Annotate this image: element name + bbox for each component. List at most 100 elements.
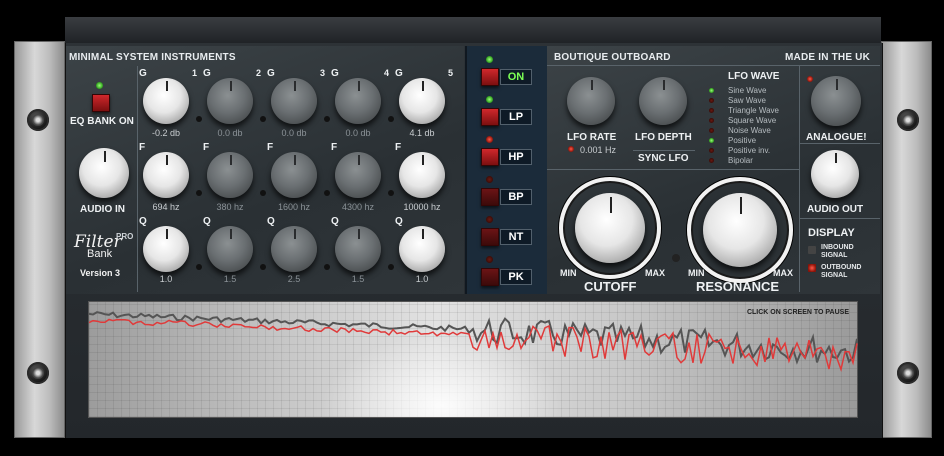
band-4-g-socket — [324, 116, 330, 122]
inbound-toggle[interactable] — [808, 246, 816, 254]
outboard-title: BOUTIQUE OUTBOARD — [554, 52, 671, 63]
filterbank-logo: Filter PRO Bank Version 3 — [74, 228, 136, 286]
wave-option[interactable]: Square Wave — [728, 116, 776, 125]
wave-3-led[interactable] — [709, 118, 714, 123]
filter-pk-label: PK — [500, 269, 532, 285]
filter-on-button[interactable] — [481, 68, 499, 86]
made-in-label: MADE IN THE UK — [785, 52, 871, 63]
band-5-g-letter: G — [395, 68, 403, 79]
band-3-q-knob[interactable] — [271, 226, 317, 272]
band-5-q-value: 1.0 — [415, 274, 429, 284]
band-1-q-knob[interactable] — [143, 226, 189, 272]
polarity-option[interactable]: Positive — [728, 136, 756, 145]
spectrum-plot — [89, 311, 858, 373]
band-1-q-letter: Q — [139, 216, 147, 227]
wave-1-led[interactable] — [709, 98, 714, 103]
analogue-led — [807, 76, 813, 82]
resonance-knob[interactable] — [703, 193, 777, 267]
resonance-label: RESONANCE — [696, 279, 780, 294]
filter-nt-led — [486, 216, 493, 223]
band-4-g-knob[interactable] — [335, 78, 381, 124]
inbound-label: INBOUND SIGNAL — [821, 244, 854, 259]
lfo-depth-knob[interactable] — [639, 77, 687, 125]
filter-lp-label: LP — [500, 109, 532, 125]
audio-out-knob[interactable] — [811, 150, 859, 198]
band-5-f-knob[interactable] — [399, 152, 445, 198]
band-2-g-value: 0.0 db — [217, 128, 243, 138]
filter-nt-button[interactable] — [481, 228, 499, 246]
band-2-g-letter: G — [203, 68, 211, 79]
band-2-g-socket — [196, 116, 202, 122]
band-5-number: 5 — [448, 68, 454, 78]
eq-panel: MINIMAL SYSTEM INSTRUMENTS EQ BANK ON AU… — [66, 46, 464, 294]
outboard-panel: BOUTIQUE OUTBOARD MADE IN THE UK LFO RAT… — [547, 46, 880, 294]
eq-bank-led — [96, 82, 103, 89]
filter-hp-label: HP — [500, 149, 532, 165]
lfo-rate-knob[interactable] — [567, 77, 615, 125]
eq-bank-on-button[interactable] — [92, 94, 110, 112]
band-5-f-letter: F — [395, 142, 402, 153]
filter-pk-led — [486, 256, 493, 263]
band-5-q-knob[interactable] — [399, 226, 445, 272]
wave-option[interactable]: Saw Wave — [728, 96, 766, 105]
band-4-q-letter: Q — [331, 216, 339, 227]
band-2-q-knob[interactable] — [207, 226, 253, 272]
band-2-g-knob[interactable] — [207, 78, 253, 124]
wave-4-led[interactable] — [709, 128, 714, 133]
brand-sub: Bank — [87, 248, 113, 260]
band-3-f-knob[interactable] — [271, 152, 317, 198]
band-2-f-knob[interactable] — [207, 152, 253, 198]
lfo-wave-title: LFO WAVE — [728, 71, 780, 82]
band-1-f-knob[interactable] — [143, 152, 189, 198]
wave-0-led[interactable] — [709, 88, 714, 93]
band-1-g-knob[interactable] — [143, 78, 189, 124]
filter-pk-button[interactable] — [481, 268, 499, 286]
polarity-option[interactable]: Positive inv. — [728, 146, 770, 155]
analogue-knob[interactable] — [811, 76, 861, 126]
band-3-f-letter: F — [267, 142, 274, 153]
band-4-q-knob[interactable] — [335, 226, 381, 272]
filter-type-panel: ON LP HP BP NT PK — [465, 46, 549, 294]
band-5-g-knob[interactable] — [399, 78, 445, 124]
band-2-q-value: 1.5 — [223, 274, 237, 284]
band-4-f-socket — [324, 190, 330, 196]
band-1-g-value: -0.2 db — [151, 128, 181, 138]
polarity-1-led[interactable] — [709, 148, 714, 153]
wave-2-led[interactable] — [709, 108, 714, 113]
polarity-0-led[interactable] — [709, 138, 714, 143]
rack-ear-left — [14, 41, 65, 438]
band-4-f-letter: F — [331, 142, 338, 153]
band-2-f-socket — [196, 190, 202, 196]
filter-hp-button[interactable] — [481, 148, 499, 166]
filter-bp-button[interactable] — [481, 188, 499, 206]
wave-option[interactable]: Triangle Wave — [728, 106, 779, 115]
band-5-q-letter: Q — [395, 216, 403, 227]
lfo-depth-label: LFO DEPTH — [635, 132, 692, 143]
cutoff-knob[interactable] — [575, 193, 645, 263]
filter-lp-button[interactable] — [481, 108, 499, 126]
band-1-f-letter: F — [139, 142, 146, 153]
wave-option[interactable]: Sine Wave — [728, 86, 766, 95]
sync-lfo-label: SYNC LFO — [638, 153, 689, 164]
audio-in-label: AUDIO IN — [80, 204, 125, 215]
band-3-g-knob[interactable] — [271, 78, 317, 124]
inbound-trace — [89, 311, 858, 365]
display-label: DISPLAY — [808, 227, 855, 239]
band-4-f-knob[interactable] — [335, 152, 381, 198]
screw-icon — [27, 362, 49, 384]
analogue-label: ANALOGUE! — [806, 132, 867, 143]
polarity-option[interactable]: Bipolar — [728, 156, 753, 165]
band-4-g-value: 0.0 db — [345, 128, 371, 138]
wave-option[interactable]: Noise Wave — [728, 126, 771, 135]
band-4-q-value: 1.5 — [351, 274, 365, 284]
rack-top-strip — [65, 17, 881, 45]
spectrum-display[interactable]: CLICK ON SCREEN TO PAUSE — [88, 301, 858, 418]
polarity-2-led[interactable] — [709, 158, 714, 163]
band-3-f-value: 1600 hz — [277, 202, 311, 212]
audio-in-knob[interactable] — [79, 148, 129, 198]
band-4-f-value: 4300 hz — [341, 202, 375, 212]
cutoff-label: CUTOFF — [584, 279, 637, 294]
outbound-toggle[interactable] — [808, 264, 816, 272]
band-3-g-socket — [260, 116, 266, 122]
brand-suffix: PRO — [116, 232, 134, 241]
